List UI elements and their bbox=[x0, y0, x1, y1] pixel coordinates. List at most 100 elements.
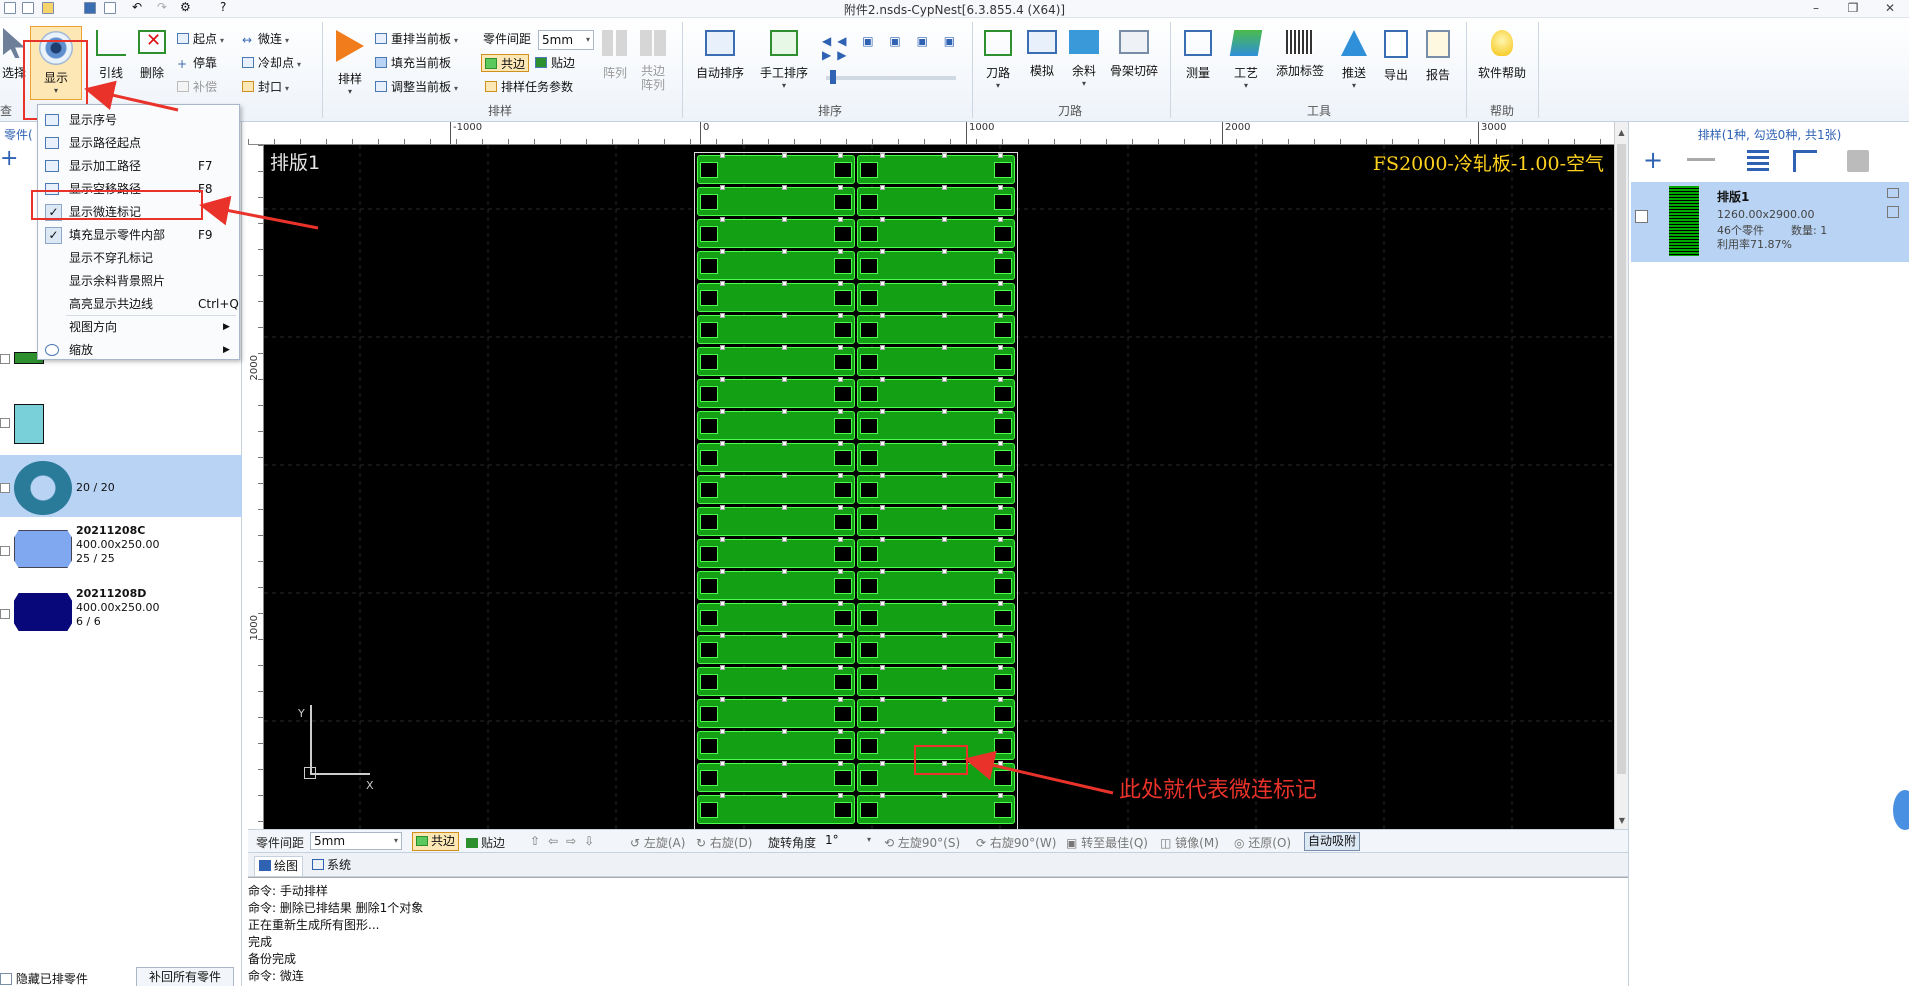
restore-icon[interactable]: ❐ bbox=[1843, 1, 1863, 17]
rotate-right-button[interactable]: ↻ 右旋(D) bbox=[696, 834, 752, 851]
nested-part[interactable] bbox=[857, 505, 1015, 536]
nested-part[interactable] bbox=[697, 409, 855, 440]
edit-sheet-icon[interactable] bbox=[1887, 206, 1899, 218]
nested-part[interactable] bbox=[697, 345, 855, 376]
menu-item[interactable]: 显示余料背景照片 bbox=[38, 270, 239, 293]
nest-task-params-button[interactable]: 排样任务参数 bbox=[485, 78, 573, 96]
nested-part[interactable] bbox=[697, 601, 855, 632]
sheet-checkbox[interactable] bbox=[1635, 210, 1648, 223]
nested-part[interactable] bbox=[697, 153, 855, 184]
sort-slider-handle[interactable] bbox=[830, 70, 836, 84]
rotate-best-button[interactable]: ▣ 转至最佳(Q) bbox=[1066, 834, 1148, 851]
nested-part[interactable] bbox=[697, 505, 855, 536]
menu-item[interactable]: 显示序号 bbox=[38, 109, 239, 132]
nested-part[interactable] bbox=[857, 377, 1015, 408]
nested-part[interactable] bbox=[697, 185, 855, 216]
auto-sort-button[interactable]: 自动排序 bbox=[690, 30, 750, 81]
nested-part[interactable] bbox=[857, 185, 1015, 216]
part-row[interactable]: 20211208D 400.00x250.00 6 / 6 bbox=[0, 581, 242, 643]
nested-part[interactable] bbox=[697, 281, 855, 312]
micro-joint-button[interactable]: ↔ 微连 ▾ bbox=[242, 30, 289, 48]
list-view-icon[interactable] bbox=[1747, 150, 1769, 172]
nested-part[interactable] bbox=[857, 217, 1015, 248]
nested-part[interactable] bbox=[697, 729, 855, 760]
measure-button[interactable]: 测量 bbox=[1178, 30, 1218, 81]
nested-part[interactable] bbox=[857, 249, 1015, 280]
nested-part[interactable] bbox=[857, 345, 1015, 376]
software-help-button[interactable]: 软件帮助 bbox=[1474, 30, 1530, 81]
common-edge-toggle[interactable]: 共边 bbox=[481, 54, 530, 72]
lock-icon[interactable] bbox=[1887, 188, 1899, 198]
sort-view-icon[interactable] bbox=[1793, 150, 1817, 172]
nested-part[interactable] bbox=[697, 377, 855, 408]
lead-line-button[interactable]: 引线 bbox=[93, 30, 129, 81]
remnant-button[interactable]: 余料 ▾ bbox=[1064, 30, 1104, 88]
close-icon[interactable]: ✕ bbox=[1880, 1, 1900, 17]
nested-part[interactable] bbox=[857, 313, 1015, 344]
bottom-part-gap-input[interactable]: 5mm ▾ bbox=[310, 832, 402, 850]
bottom-edge-snap-toggle[interactable]: 贴边 bbox=[466, 834, 505, 851]
nested-part[interactable] bbox=[857, 793, 1015, 824]
nested-part[interactable] bbox=[857, 153, 1015, 184]
nested-part[interactable] bbox=[697, 569, 855, 600]
nested-part[interactable] bbox=[697, 473, 855, 504]
menu-item[interactable]: 显示不穿孔标记 bbox=[38, 247, 239, 270]
rotate-right-90-button[interactable]: ⟳ 右旋90°(W) bbox=[976, 834, 1056, 851]
fill-button[interactable]: 填充当前板 bbox=[375, 54, 451, 72]
canvas-vertical-scrollbar[interactable]: ▲ ▼ bbox=[1614, 122, 1628, 829]
row-checkbox[interactable] bbox=[0, 609, 10, 619]
sheet-list-item[interactable]: 排版1 1260.00x2900.00 46个零件 数量: 1 利用率71.87… bbox=[1631, 182, 1909, 262]
compensate-button[interactable]: 补偿 bbox=[177, 78, 217, 96]
edge-snap-toggle[interactable]: 贴边 bbox=[535, 54, 575, 72]
start-point-button[interactable]: 起点 ▾ bbox=[177, 30, 224, 48]
menu-item[interactable]: 高亮显示共边线 Ctrl+Q bbox=[38, 293, 239, 316]
seal-button[interactable]: 封口 ▾ bbox=[242, 78, 289, 96]
nested-part[interactable] bbox=[697, 697, 855, 728]
add-tag-button[interactable]: 添加标签 bbox=[1272, 30, 1328, 79]
row-checkbox[interactable] bbox=[0, 546, 10, 556]
nested-part[interactable] bbox=[857, 441, 1015, 472]
nested-part[interactable] bbox=[697, 537, 855, 568]
nested-part[interactable] bbox=[857, 281, 1015, 312]
menu-item[interactable]: 视图方向 ▶ bbox=[38, 316, 239, 339]
nested-part[interactable] bbox=[857, 697, 1015, 728]
export-button[interactable]: 导出 bbox=[1376, 30, 1416, 83]
report-button[interactable]: 报告 bbox=[1418, 30, 1458, 83]
nested-part[interactable] bbox=[697, 793, 855, 824]
array-button[interactable]: 阵列 bbox=[598, 30, 632, 81]
nested-part[interactable] bbox=[857, 569, 1015, 600]
nested-part[interactable] bbox=[857, 601, 1015, 632]
rearrange-button[interactable]: 重排当前板 ▾ bbox=[375, 30, 458, 48]
nested-part[interactable] bbox=[697, 313, 855, 344]
process-button[interactable]: 工艺 ▾ bbox=[1226, 30, 1266, 90]
nest-button[interactable]: 排样 ▾ bbox=[330, 30, 370, 96]
side-expand-handle[interactable] bbox=[1893, 790, 1909, 830]
nested-part[interactable] bbox=[857, 537, 1015, 568]
restore-all-parts-button[interactable]: 补回所有零件 bbox=[136, 967, 234, 986]
mirror-button[interactable]: ◫ 镜像(M) bbox=[1160, 834, 1219, 851]
row-checkbox[interactable] bbox=[0, 483, 10, 493]
toolpath-button[interactable]: 刀路 ▾ bbox=[978, 30, 1018, 90]
rotate-angle-input[interactable]: 1° ▾ bbox=[822, 832, 874, 850]
nested-part[interactable] bbox=[857, 633, 1015, 664]
row-checkbox[interactable] bbox=[0, 354, 10, 364]
nested-part[interactable] bbox=[697, 665, 855, 696]
nested-part[interactable] bbox=[697, 761, 855, 792]
common-array-button[interactable]: 共边阵列 bbox=[636, 30, 670, 92]
tab-drawing[interactable]: 绘图 bbox=[254, 856, 304, 876]
menu-item[interactable]: 显示加工路径 F7 bbox=[38, 155, 239, 178]
minimize-icon[interactable]: – bbox=[1806, 1, 1826, 17]
part-row[interactable]: 20 / 20 bbox=[0, 455, 242, 517]
cooling-point-button[interactable]: 冷却点 ▾ bbox=[242, 54, 301, 72]
add-part-icon[interactable]: + bbox=[0, 148, 18, 170]
auto-attach-toggle[interactable]: 自动吸附 bbox=[1304, 832, 1361, 851]
sort-slider[interactable] bbox=[826, 76, 956, 80]
hide-nested-checkbox[interactable] bbox=[0, 973, 12, 985]
tab-system[interactable]: 系统 bbox=[308, 856, 355, 876]
frame-cut-button[interactable]: 骨架切碎 bbox=[1106, 30, 1162, 79]
nested-part[interactable] bbox=[697, 217, 855, 248]
nested-part[interactable] bbox=[697, 441, 855, 472]
sheet-plate[interactable] bbox=[694, 152, 1018, 829]
push-button[interactable]: 推送 ▾ bbox=[1334, 30, 1374, 90]
save-sheet-icon[interactable] bbox=[1847, 150, 1869, 172]
